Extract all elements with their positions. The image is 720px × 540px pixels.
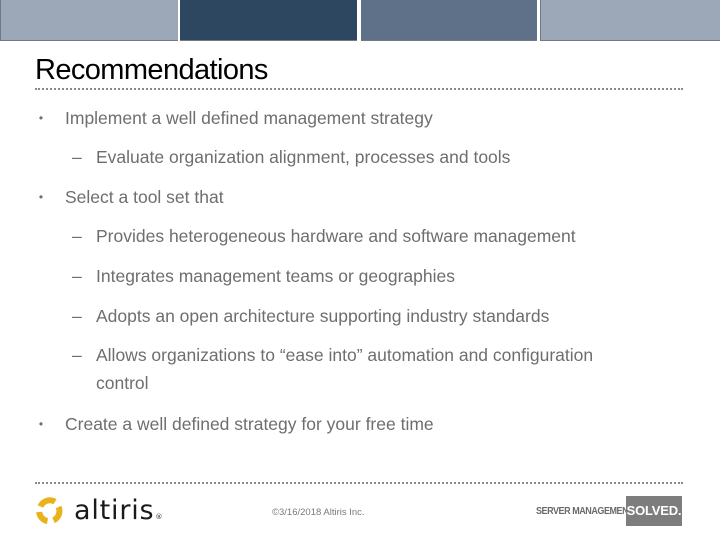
- bullet-icon: •: [38, 190, 44, 204]
- bullet-icon: •: [38, 111, 44, 125]
- altiris-swirl-icon: [34, 496, 64, 526]
- footer-divider: [35, 482, 683, 484]
- decor-block-2: [180, 0, 357, 41]
- decor-block-4: [540, 0, 720, 41]
- dash-icon: –: [72, 266, 82, 286]
- dash-icon: –: [72, 147, 82, 167]
- dash-icon: –: [72, 306, 82, 326]
- registered-mark: ®: [155, 513, 164, 521]
- slide-title: Recommendations: [35, 54, 268, 86]
- bullet-icon: •: [38, 417, 44, 431]
- wordmark-text: altiris: [74, 495, 155, 526]
- altiris-wordmark: altiris®: [74, 496, 163, 526]
- dash-icon: –: [72, 345, 82, 365]
- copyright-text: ©3/16/2018 Altiris Inc.: [272, 507, 365, 518]
- solved-badge: SOLVED.: [626, 496, 682, 526]
- title-divider: [35, 88, 683, 90]
- sub-bullet-text: Evaluate organization alignment, process…: [96, 147, 511, 167]
- sub-bullet-text: Provides heterogeneous hardware and soft…: [96, 226, 576, 246]
- sub-bullet-text: Adopts an open architecture supporting i…: [96, 306, 550, 326]
- header-decor-bar: [0, 0, 720, 41]
- bullet-text: Implement a well defined management stra…: [65, 108, 433, 128]
- bullet-text: Create a well defined strategy for your …: [65, 414, 434, 434]
- sub-bullet-text-continuation: control: [96, 373, 149, 393]
- sub-bullet-text: Integrates management teams or geographi…: [96, 266, 455, 286]
- sub-bullet-text: Allows organizations to “ease into” auto…: [96, 345, 594, 365]
- tagline-text: SERVER MANAGEMENT.: [536, 506, 635, 517]
- decor-block-1: [0, 0, 178, 41]
- dash-icon: –: [72, 226, 82, 246]
- decor-block-3: [361, 0, 537, 41]
- bullet-text: Select a tool set that: [65, 187, 224, 207]
